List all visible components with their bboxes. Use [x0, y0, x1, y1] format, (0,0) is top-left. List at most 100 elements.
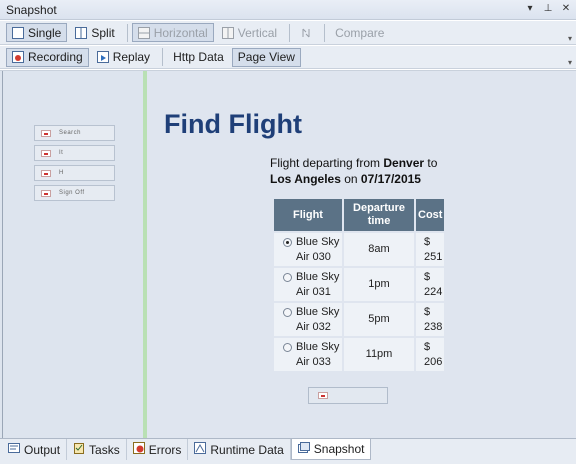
compare-label: Compare: [335, 25, 385, 40]
flight-cost: $ 238: [416, 303, 445, 336]
info-on: on: [340, 172, 361, 186]
tab-snapshot[interactable]: Snapshot: [290, 439, 372, 460]
toolbar-overflow-icon[interactable]: ▾: [568, 58, 572, 67]
nav-button-itinerary[interactable]: It: [34, 145, 115, 161]
tab-output[interactable]: Output: [2, 439, 68, 460]
tab-errors[interactable]: Errors: [127, 439, 189, 460]
departure-time: 1pm: [344, 268, 414, 301]
replay-button[interactable]: Replay: [91, 48, 156, 67]
dropdown-arrow-icon[interactable]: ▾: [524, 2, 536, 16]
departure-time: 8am: [344, 233, 414, 266]
flight-radio-button[interactable]: [283, 307, 292, 317]
http-data-label: Http Data: [173, 50, 224, 64]
flight-radio-button[interactable]: [283, 272, 292, 282]
broken-image-icon: [41, 149, 51, 157]
tab-output-label: Output: [24, 442, 61, 457]
table-row: Blue Sky Air 033 11pm $ 206: [274, 338, 445, 371]
nav-button-label: H: [59, 170, 64, 176]
flight-cost: $ 224: [416, 268, 445, 301]
nav-button-sign-off[interactable]: Sign Off: [34, 185, 115, 201]
destination-city: Los Angeles: [270, 172, 341, 186]
http-data-tab[interactable]: Http Data: [167, 48, 230, 67]
vertical-label: Vertical: [237, 25, 278, 40]
broken-image-icon: [41, 169, 51, 177]
continue-button[interactable]: [308, 387, 388, 404]
flight-name: Blue Sky Air 030: [296, 235, 340, 263]
flights-table: Flight Departure time Cost Blue Sky Air …: [272, 197, 446, 373]
split-button[interactable]: Split: [69, 23, 120, 42]
flight-cost: $ 206: [416, 338, 445, 371]
page-heading: Find Flight: [164, 109, 302, 139]
flight-info-text: Flight departing from Denver to Los Ange…: [270, 155, 437, 187]
tab-runtime-data-label: Runtime Data: [210, 442, 284, 457]
single-button[interactable]: Single: [6, 23, 68, 42]
horizontal-button[interactable]: Horizontal: [131, 23, 214, 42]
info-prefix: Flight departing from: [270, 156, 384, 170]
tab-tasks-label: Tasks: [89, 442, 120, 457]
tab-tasks[interactable]: Tasks: [67, 439, 127, 460]
departure-time: 5pm: [344, 303, 414, 336]
recording-button[interactable]: Recording: [6, 47, 89, 67]
info-to: to: [424, 156, 438, 170]
broken-image-icon: [41, 129, 51, 137]
table-row: Blue Sky Air 030 8am $ 251: [274, 233, 445, 266]
close-icon[interactable]: ✕: [560, 2, 572, 16]
toolbar-separator: [289, 23, 291, 42]
tasks-icon: [73, 442, 85, 457]
toolbar-overflow-icon[interactable]: ▾: [568, 34, 572, 43]
nav-button-search[interactable]: Search: [34, 125, 115, 141]
table-header-row: Flight Departure time Cost: [274, 199, 445, 231]
nav-button-label: Search: [59, 130, 82, 136]
flight-name: Blue Sky Air 033: [296, 340, 340, 368]
toolbar-separator: [324, 23, 326, 42]
split-label: Split: [91, 25, 115, 40]
tab-snapshot-label: Snapshot: [313, 442, 365, 456]
snapshot-icon: [297, 441, 310, 457]
horizontal-split-icon: [137, 26, 150, 39]
flight-cost: $ 251: [416, 233, 445, 266]
toolbar-separator: [126, 23, 128, 42]
single-label: Single: [28, 25, 62, 40]
tab-runtime-data[interactable]: Runtime Data: [188, 439, 291, 460]
runtime-data-icon: [194, 442, 207, 457]
vertical-button[interactable]: Vertical: [216, 23, 283, 42]
view-toolbar: Single Split Horizontal Vertical Compare…: [0, 21, 576, 45]
recording-icon: [12, 51, 24, 63]
replay-label: Replay: [112, 50, 151, 64]
sync-icon: [300, 27, 312, 39]
pin-icon[interactable]: ⊥: [542, 2, 554, 16]
single-view-icon: [12, 26, 24, 39]
main-frame: Find Flight Flight departing from Denver…: [147, 71, 576, 438]
nav-button-label: Sign Off: [59, 190, 85, 196]
split-view-icon: [75, 26, 88, 39]
left-frame: Search It H Sign Off: [2, 71, 144, 438]
snapshot-toolbar: Recording Replay Http Data Page View ▾: [0, 46, 576, 69]
bottom-tab-strip: Output Tasks Errors Runtime Data Snapsho…: [0, 438, 576, 464]
flight-radio-button[interactable]: [283, 342, 292, 352]
page-view-label: Page View: [237, 50, 295, 64]
snapshot-page-view: Search It H Sign Off Find Flight Flight …: [0, 70, 576, 438]
errors-icon: [132, 442, 145, 457]
nav-button-home[interactable]: H: [34, 165, 115, 181]
replay-icon: [96, 51, 109, 63]
tab-errors-label: Errors: [148, 442, 182, 457]
broken-image-icon: [318, 392, 328, 399]
horizontal-label: Horizontal: [153, 25, 208, 40]
window-titlebar: Snapshot ▾ ⊥ ✕: [0, 0, 576, 20]
sync-button[interactable]: [294, 23, 318, 42]
broken-image-icon: [41, 189, 51, 197]
flight-radio-button[interactable]: [283, 237, 292, 247]
vertical-split-icon: [221, 26, 234, 39]
window-controls: ▾ ⊥ ✕: [524, 2, 572, 16]
column-header-cost: Cost: [416, 199, 445, 231]
column-header-departure: Departure time: [344, 199, 414, 231]
window-title: Snapshot: [6, 2, 57, 17]
departure-time: 11pm: [344, 338, 414, 371]
output-icon: [8, 442, 20, 457]
travel-date: 07/17/2015: [360, 172, 421, 186]
flight-name: Blue Sky Air 031: [296, 270, 340, 298]
compare-button[interactable]: Compare: [329, 23, 390, 42]
table-row: Blue Sky Air 032 5pm $ 238: [274, 303, 445, 336]
page-view-tab[interactable]: Page View: [231, 47, 301, 67]
column-header-flight: Flight: [274, 199, 342, 231]
